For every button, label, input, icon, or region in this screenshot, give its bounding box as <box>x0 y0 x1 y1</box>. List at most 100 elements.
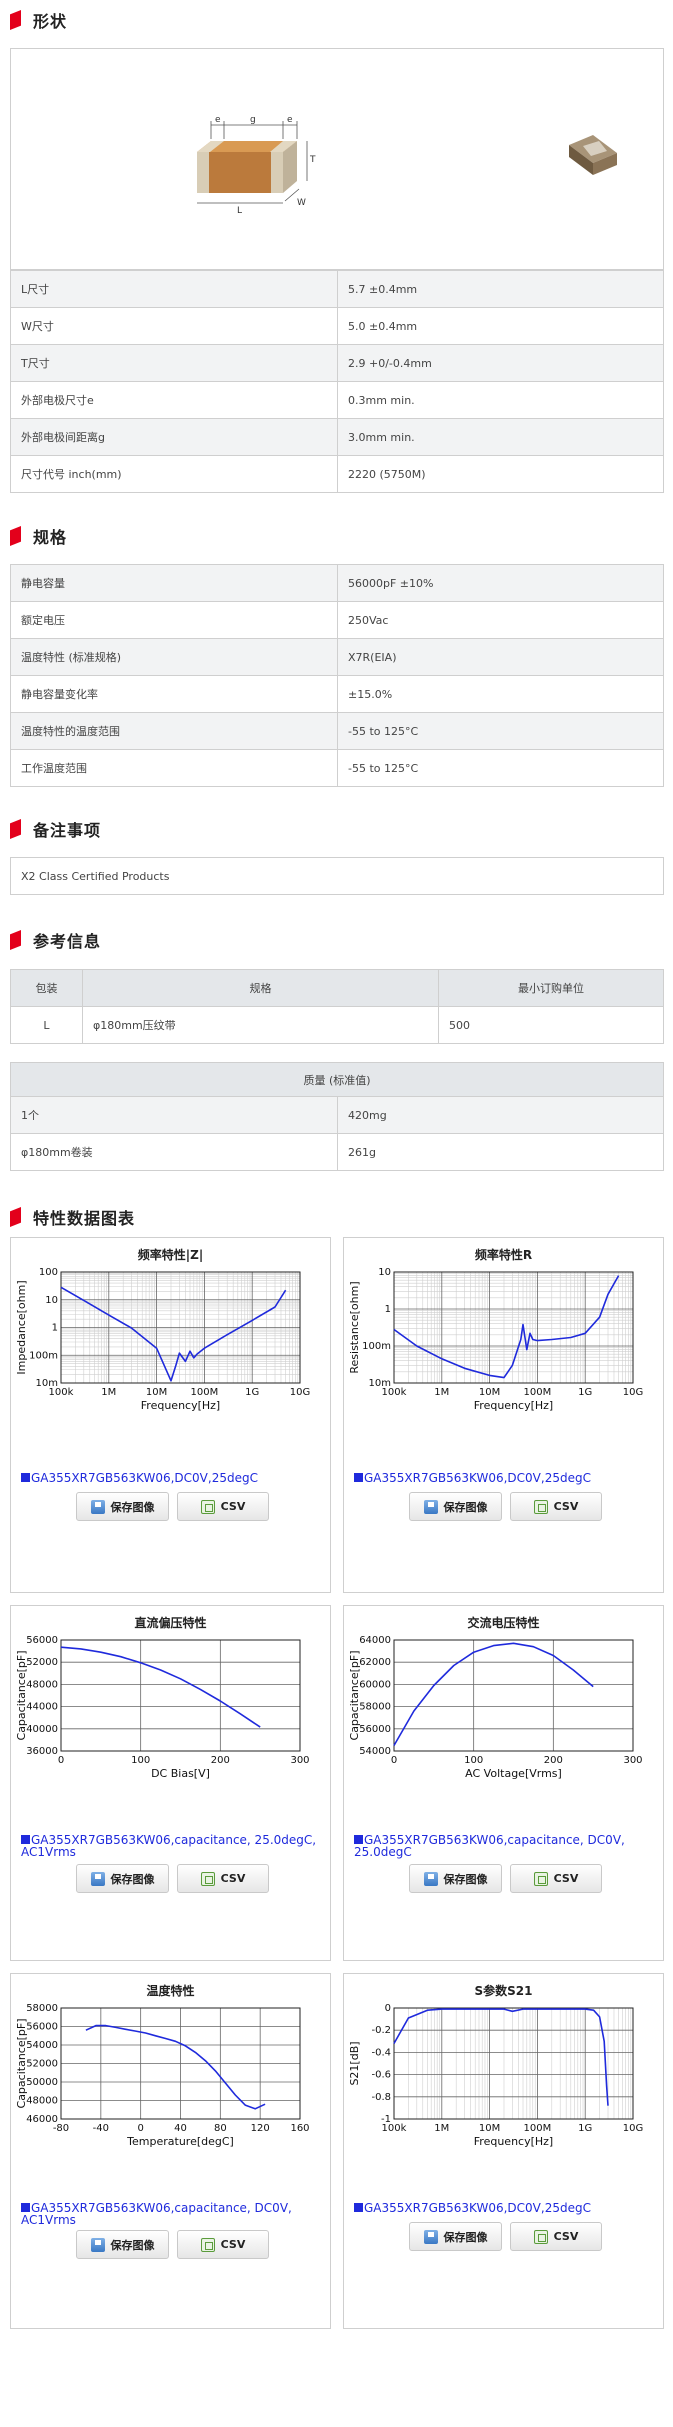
mass-value: 261g <box>337 1133 664 1171</box>
chart-title: 交流电压特性 <box>467 1616 540 1630</box>
csv-button[interactable]: CSV <box>510 1864 602 1893</box>
save-image-icon <box>423 1499 438 1514</box>
x-tick-label: 300 <box>623 1755 642 1766</box>
mass-header: 质量 (标准值) <box>10 1062 664 1097</box>
section-marker <box>10 526 21 546</box>
y-tick-label: 10m <box>369 1378 391 1389</box>
chart-panel-ac-voltage: 交流电压特性 0 100 200 300 64000 62000 60000 58000 560… <box>343 1605 664 1961</box>
save-image-icon <box>90 2237 105 2252</box>
y-tick-label: -0.8 <box>371 2092 391 2103</box>
dim-label-g: g <box>250 115 256 125</box>
y-tick-label: 56000 <box>26 2022 58 2033</box>
y-tick-label: 44000 <box>26 1702 58 1713</box>
csv-button[interactable]: CSV <box>177 1864 269 1893</box>
dim-value: 2220 (5750M) <box>337 455 664 493</box>
dc-bias-chart: 0 100 200 300 56000 52000 48000 44000 40000 36000… <box>15 1635 310 1780</box>
x-axis-label: Frequency[Hz] <box>141 1399 220 1412</box>
chart-caption: GA355XR7GB563KW06,capacitance, 25.0degC,… <box>21 1834 321 1858</box>
series-line <box>85 2024 266 2110</box>
y-tick-label: 10 <box>378 1267 391 1278</box>
y-tick-label: -1 <box>381 2114 391 2125</box>
y-tick-label: 60000 <box>359 1679 391 1690</box>
y-tick-label: 54000 <box>26 2040 58 2051</box>
temperature-chart: -80 -40 0 40 80 120 16058000560005400052000500… <box>15 2003 310 2148</box>
x-tick-label: 300 <box>290 1755 309 1766</box>
y-tick-label: 56000 <box>26 1635 58 1646</box>
y-tick-label: -0.2 <box>371 2025 391 2036</box>
csv-button[interactable]: CSV <box>510 1492 602 1521</box>
y-tick-label: 62000 <box>359 1657 391 1668</box>
x-tick-label: 200 <box>544 1755 563 1766</box>
x-tick-label: 100 <box>464 1755 483 1766</box>
x-tick-label: 1G <box>578 2123 592 2134</box>
csv-button[interactable]: CSV <box>177 2230 269 2259</box>
save-image-button[interactable]: 保存图像 <box>409 1492 502 1521</box>
chart-title: 直流偏压特性 <box>134 1616 207 1630</box>
x-tick-label: 0 <box>391 1755 397 1766</box>
y-tick-label: -0.6 <box>371 2070 391 2081</box>
csv-file-icon <box>200 1871 215 1886</box>
chart-caption: GA355XR7GB563KW06,capacitance, DC0V, AC1… <box>21 2202 321 2226</box>
x-tick-label: 1G <box>578 1387 592 1398</box>
chart-panel-impedance: 频率特性|Z| 100k 1M 10M 100M 1G 10G 100 10 1 100m 10m F… <box>10 1237 331 1593</box>
caption-text: GA355XR7GB563KW06,DC0V,25degC <box>31 1471 258 1485</box>
dim-value: 3.0mm min. <box>337 418 664 456</box>
x-tick-label: 1G <box>245 1387 259 1398</box>
dim-label: W尺寸 <box>10 307 338 345</box>
save-image-button[interactable]: 保存图像 <box>409 2222 502 2251</box>
x-tick-label: 120 <box>251 2123 270 2134</box>
save-image-icon <box>423 2229 438 2244</box>
csv-button[interactable]: CSV <box>510 2222 602 2251</box>
legend-square-icon <box>21 2203 30 2212</box>
spec-value: ±15.0% <box>337 675 664 713</box>
y-axis-label: Capacitance[pF] <box>348 1651 361 1741</box>
section-title: 形状 <box>33 12 68 31</box>
y-tick-label: 64000 <box>359 1635 391 1646</box>
x-tick-label: 40 <box>174 2123 187 2134</box>
plot-frame <box>60 1639 301 1752</box>
y-tick-label: 54000 <box>359 1746 391 1757</box>
chart-panel-temperature: 温度特性 -80 -40 0 40 80 120 160 58000 56000 54000 520… <box>10 1973 331 2329</box>
chart-title: 频率特性|Z| <box>137 1248 204 1262</box>
notes-text: X2 Class Certified Products <box>10 857 664 895</box>
dim-label-l: L <box>237 206 242 216</box>
x-tick-label: 1M <box>434 1387 449 1398</box>
chart-panel-dc-bias: 直流偏压特性 0 100 200 300 56000 52000 48000 44000 400… <box>10 1605 331 1961</box>
dim-value: 2.9 +0/-0.4mm <box>337 344 664 382</box>
x-tick-label: 1M <box>101 1387 116 1398</box>
y-tick-label: -0.4 <box>371 2047 391 2058</box>
save-image-button[interactable]: 保存图像 <box>409 1864 502 1893</box>
dim-label-t: T <box>309 155 316 165</box>
chart-title: 频率特性R <box>474 1248 533 1262</box>
section-header-spec: 规格 <box>10 524 67 548</box>
section-header-notes: 备注事项 <box>10 817 101 841</box>
series-line <box>60 1646 261 1728</box>
chart-panel-s21: S参数S21 100k 1M 10M 100M 1G 10G 0 -0.2 -0.4 -0.6 -0… <box>343 1973 664 2329</box>
x-tick-label: 80 <box>214 2123 227 2134</box>
x-axis-label: Frequency[Hz] <box>474 2135 553 2148</box>
section-header-shape: 形状 <box>10 8 67 32</box>
x-tick-label: 100M <box>524 2123 552 2134</box>
impedance-chart: 100k 1M 10M 100M 1G 10G100101100m10mFrequency… <box>15 1267 310 1412</box>
save-image-button[interactable]: 保存图像 <box>76 2230 169 2259</box>
packaging-table: 包装 规格 最小订购单位 Lφ180mm压纹带 500 <box>10 969 664 1044</box>
section-header-charts: 特性数据图表 <box>10 1205 135 1229</box>
chart-caption: GA355XR7GB563KW06,DC0V,25degC <box>21 1472 321 1484</box>
y-axis-label: Resistance[ohm] <box>348 1281 361 1373</box>
csv-button[interactable]: CSV <box>177 1492 269 1521</box>
x-axis-label: Temperature[degC] <box>126 2135 234 2148</box>
spec-value: 56000pF ±10% <box>337 564 664 602</box>
dimension-table: L尺寸 5.7 ±0.4mm W尺寸 5.0 ±0.4mm T尺寸 2.9 +0/-0… <box>10 270 664 493</box>
y-tick-label: 56000 <box>359 1724 391 1735</box>
x-tick-label: 10M <box>479 2123 500 2134</box>
section-marker <box>10 819 21 839</box>
y-tick-label: 50000 <box>26 2077 58 2088</box>
y-tick-label: 100m <box>362 1341 391 1352</box>
x-tick-label: 0 <box>58 1755 64 1766</box>
y-tick-label: 1 <box>52 1323 58 1334</box>
series-line <box>393 1642 594 1746</box>
save-image-button[interactable]: 保存图像 <box>76 1492 169 1521</box>
x-tick-label: 200 <box>211 1755 230 1766</box>
section-title: 参考信息 <box>33 932 102 951</box>
save-image-button[interactable]: 保存图像 <box>76 1864 169 1893</box>
